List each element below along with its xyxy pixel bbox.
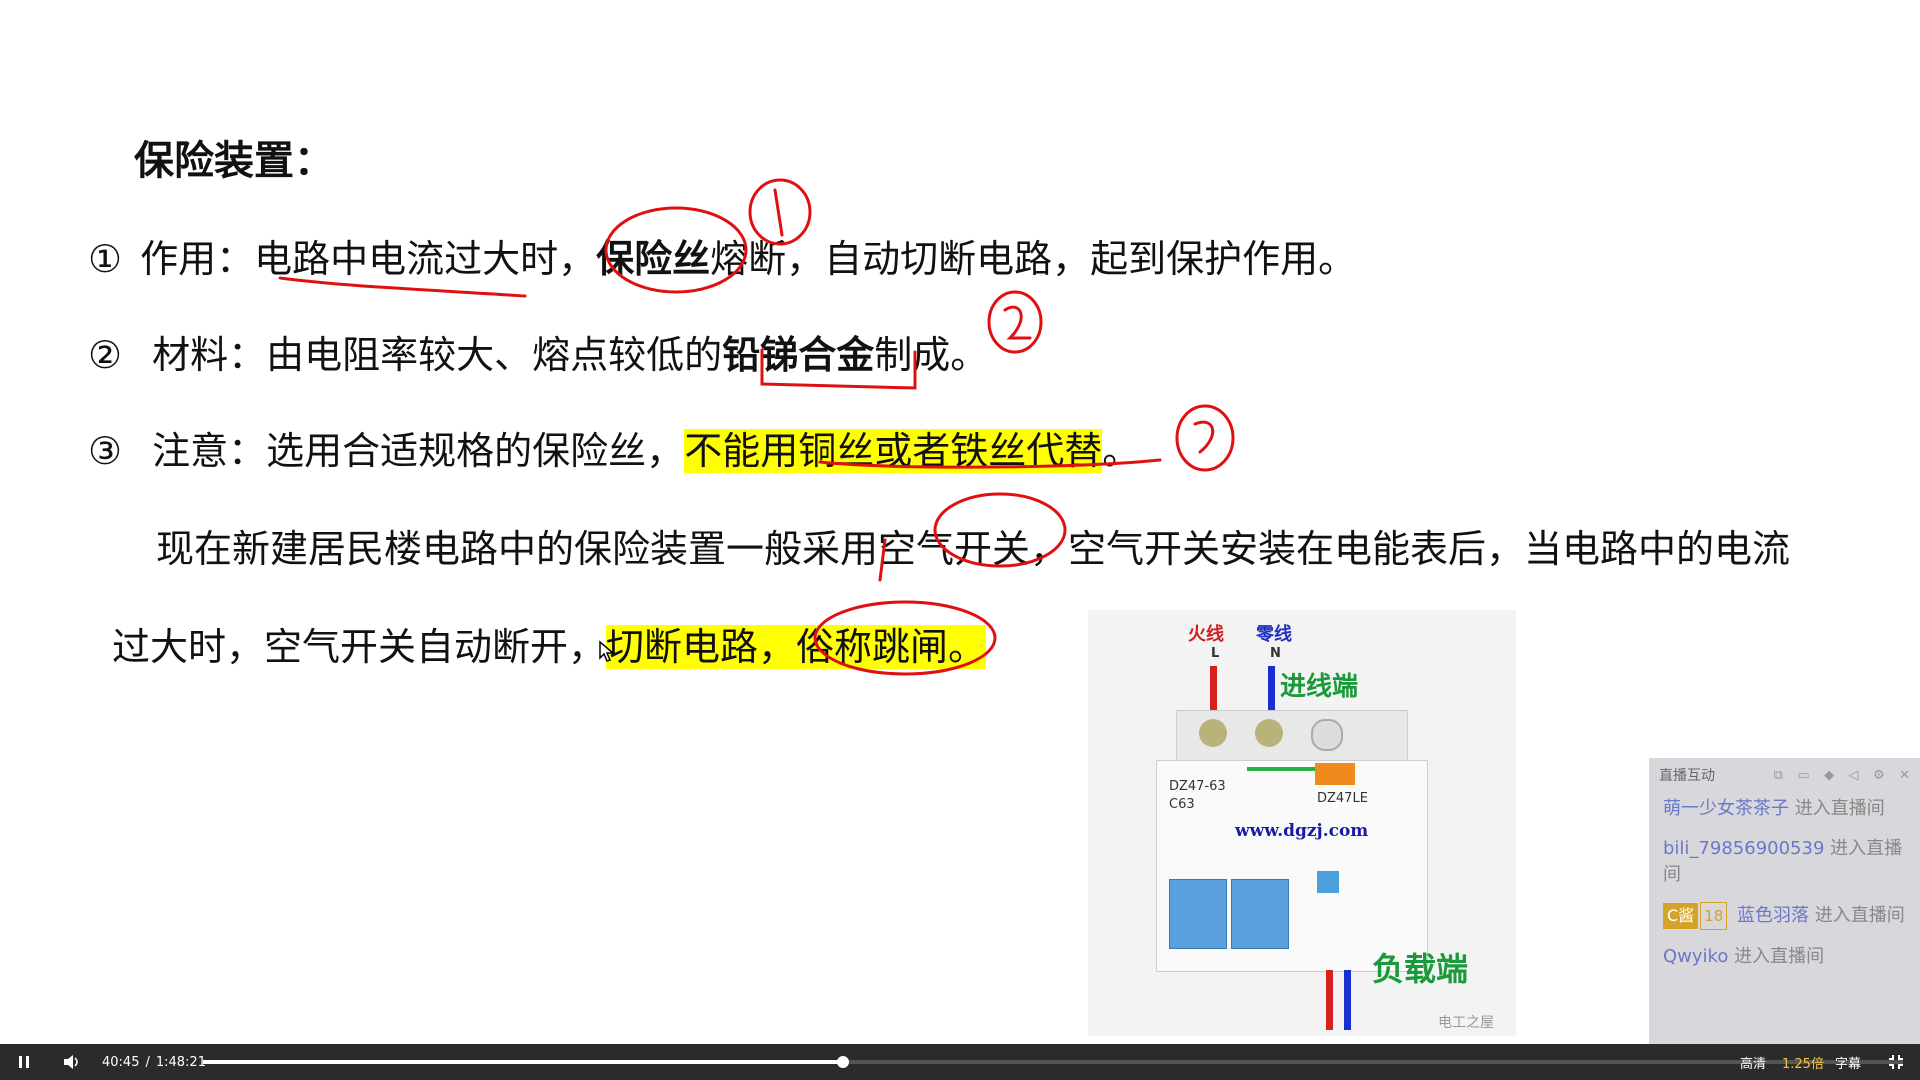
item-2: ② 材料：由电阻率较大、熔点较低的铅锑合金制成。: [88, 324, 988, 379]
progress-fill: [203, 1060, 844, 1064]
chat-header: 直播互动 ⧉ ▭ ◆ ◁ ⚙ ✕: [1649, 758, 1920, 792]
chat-message-text: 进入直播间: [1814, 905, 1905, 926]
pop-out-icon[interactable]: ⧉: [1774, 768, 1783, 783]
left-rating-text: C63: [1169, 797, 1195, 812]
settings-icon[interactable]: ⚙: [1873, 768, 1885, 783]
breaker-body: DZ47-63 C63 DZ47LE www.dgzj.com: [1156, 760, 1428, 972]
cursor-icon: [599, 640, 616, 662]
total-time: 1:48:21: [155, 1054, 206, 1070]
current-time: 40:45: [102, 1054, 140, 1070]
chat-title: 直播互动: [1659, 768, 1715, 784]
annotation-number-3-stroke: [1193, 420, 1215, 454]
chat-username: 萌一少女茶茶子: [1663, 798, 1789, 819]
paragraph-line-2: 过大时，空气开关自动断开，切断电路，俗称跳闸。: [112, 616, 987, 671]
load-terminal-label: 负载端: [1372, 950, 1469, 988]
item-1: ① 作用：电路中电流过大时，保险丝熔断，自动切断电路，起到保护作用。: [88, 228, 1356, 283]
quality-button[interactable]: 高清: [1740, 1044, 1766, 1080]
item-2-rest-text: 制成。: [874, 333, 989, 377]
input-terminal-label: 进线端: [1280, 672, 1359, 702]
fan-badge: C酱: [1663, 903, 1699, 929]
live-chat-panel: 直播互动 ⧉ ▭ ◆ ◁ ⚙ ✕ 萌一少女茶茶子 进入直播间 bili_7985…: [1649, 758, 1920, 1044]
chat-message: Qwyiko 进入直播间: [1649, 940, 1920, 980]
paragraph-line-2-highlight: 切断电路，俗称跳闸。: [606, 625, 987, 669]
breaker-top-terminals: [1176, 710, 1408, 762]
chat-username: Qwyiko: [1663, 946, 1729, 967]
test-button: [1317, 871, 1339, 893]
exit-fullscreen-icon: [1889, 1055, 1903, 1069]
item-2-bold-text: 铅锑合金: [722, 333, 875, 377]
item-1-rest-text: 熔断，自动切断电路，起到保护作用。: [710, 237, 1357, 281]
fan-level: 18: [1700, 902, 1728, 930]
speaker-icon: [64, 1055, 78, 1069]
chat-message: C酱 18 蓝色羽落 进入直播间: [1649, 898, 1920, 940]
item-1-number: ①: [88, 237, 123, 281]
image-watermark: 电工之屋: [1438, 1015, 1494, 1031]
progress-handle[interactable]: [837, 1056, 850, 1068]
neutral-wire-label: 零线: [1256, 624, 1292, 645]
pause-button[interactable]: [12, 1044, 36, 1080]
item-1-underlined-text: 电路中电流过大时，: [254, 237, 597, 281]
time-display: 40:45 / 1:48:21: [102, 1044, 206, 1080]
toggle-lever-1: [1169, 879, 1227, 949]
video-control-bar: 40:45 / 1:48:21 高清 1.25倍 字幕: [0, 1044, 1920, 1080]
item-3-highlight-text: 不能用铜丝或者铁丝代替: [684, 429, 1103, 473]
pause-icon: [19, 1056, 29, 1068]
chat-message-text: 进入直播间: [1734, 946, 1825, 967]
slide: 保险装置： ① 作用：电路中电流过大时，保险丝熔断，自动切断电路，起到保护作用。 …: [0, 0, 1920, 1044]
close-icon[interactable]: ✕: [1899, 768, 1910, 783]
item-3-number: ③: [88, 429, 123, 473]
chat-username: bili_79856900539: [1663, 838, 1825, 859]
gift-icon[interactable]: ◆: [1824, 768, 1834, 783]
chat-message: bili_79856900539 进入直播间: [1649, 832, 1920, 898]
circuit-breaker-image: 火线 零线 L N 进线端 DZ47-63 C63 DZ47LE www.dgz…: [1088, 610, 1516, 1036]
exit-fullscreen-button[interactable]: [1884, 1044, 1908, 1080]
toggle-lever-2: [1231, 879, 1289, 949]
annotation-number-3-circle: [1175, 404, 1235, 472]
slide-title: 保险装置：: [134, 138, 334, 184]
item-3: ③ 注意：选用合适规格的保险丝，不能用铜丝或者铁丝代替。: [88, 420, 1140, 475]
chat-message: 萌一少女茶茶子 进入直播间: [1649, 792, 1920, 832]
load-neutral-wire: [1344, 970, 1351, 1030]
speed-button[interactable]: 1.25倍: [1782, 1044, 1824, 1080]
item-1-label: 作用：: [140, 237, 255, 281]
item-1-bold-text: 保险丝: [596, 237, 711, 281]
item-3-rest-text: 。: [1102, 429, 1141, 473]
item-2-number: ②: [88, 333, 123, 377]
n-terminal-label: N: [1270, 646, 1281, 661]
subtitles-button[interactable]: 字幕: [1835, 1044, 1861, 1080]
left-model-text: DZ47-63: [1169, 779, 1226, 794]
chat-bubble-icon[interactable]: ▭: [1797, 768, 1809, 783]
paragraph-line-2-plain: 过大时，空气开关自动断开，: [112, 625, 607, 669]
paragraph-line-1: 现在新建居民楼电路中的保险装置一般采用空气开关，空气开关安装在电能表后，当电路中…: [156, 527, 1791, 571]
right-model-text: DZ47LE: [1317, 791, 1368, 806]
annotation-number-2-stroke: [1003, 305, 1032, 340]
l-terminal-label: L: [1211, 646, 1220, 661]
progress-bar[interactable]: [203, 1056, 1903, 1068]
chat-username: 蓝色羽落: [1737, 905, 1810, 926]
annotation-number-2-circle: [987, 290, 1043, 354]
item-2-label: 材料：由电阻率较大、熔点较低的: [152, 333, 723, 377]
live-wire-label: 火线: [1188, 624, 1224, 645]
load-live-wire: [1326, 970, 1333, 1030]
volume-icon[interactable]: ◁: [1849, 768, 1859, 783]
item-3-label: 注意：选用合适规格的保险丝，: [152, 429, 685, 473]
volume-button[interactable]: [60, 1044, 84, 1080]
chat-message-text: 进入直播间: [1794, 798, 1885, 819]
time-separator: /: [145, 1054, 150, 1070]
website-watermark: www.dgzj.com: [1235, 821, 1369, 841]
